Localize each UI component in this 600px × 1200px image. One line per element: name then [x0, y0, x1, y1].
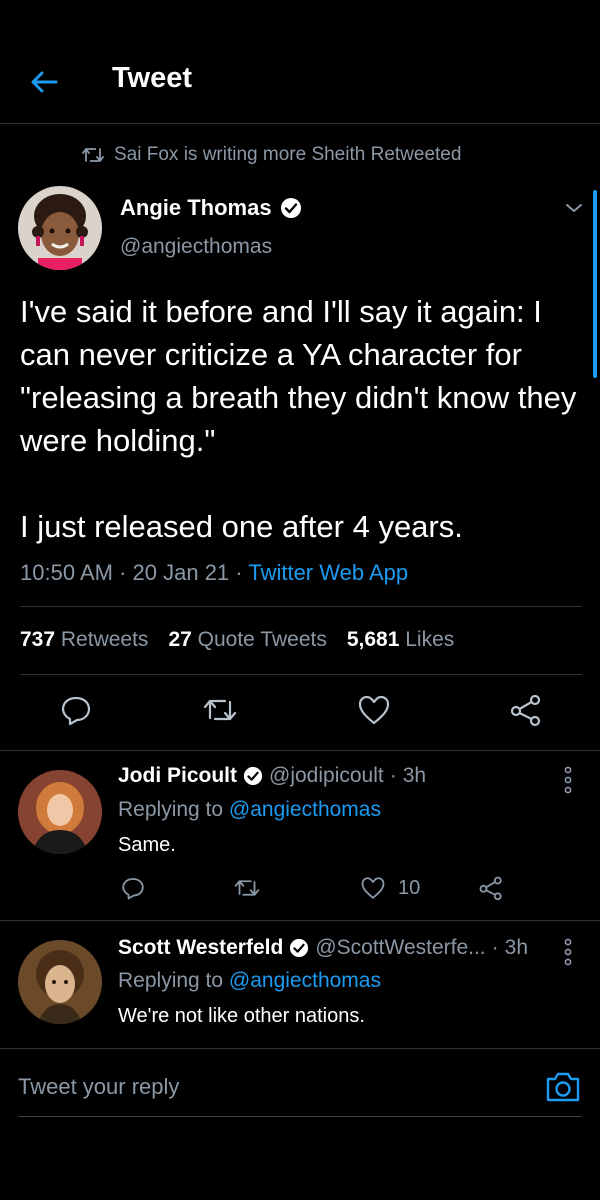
tweet-time: 10:50 AM [20, 560, 113, 585]
reply-like-count: 10 [398, 876, 421, 899]
reply-like-button[interactable]: 10 [358, 873, 420, 903]
author-avatar[interactable] [18, 186, 102, 270]
tweet-text: I've said it before and I'll say it agai… [20, 294, 577, 544]
chevron-down-icon[interactable] [562, 198, 586, 218]
reply-icon[interactable] [56, 690, 96, 730]
reply-author-name[interactable]: Scott Westerfeld [118, 936, 283, 960]
reply-text: Same. [118, 834, 176, 856]
reply-author-handle[interactable]: @jodipicoult [269, 764, 384, 788]
tweet-source-link[interactable]: Twitter Web App [248, 560, 408, 585]
reply-header: Scott Westerfeld @ScottWesterfe... · 3h [118, 936, 528, 960]
reply-avatar[interactable] [18, 940, 102, 1024]
likes-stat[interactable]: 5,681 Likes [347, 628, 454, 652]
quote-tweets-label: Quote Tweets [197, 628, 327, 651]
reply-divider [0, 920, 600, 921]
replying-to-handle[interactable]: @angiecthomas [229, 798, 381, 821]
tweet-stats: 737 Retweets 27 Quote Tweets 5,681 Likes [20, 628, 454, 652]
reply-dot: · [389, 764, 397, 787]
tweet-date: 20 Jan 21 [132, 560, 230, 585]
top-bar: Tweet [0, 0, 600, 124]
reply-share-icon[interactable] [476, 873, 506, 903]
more-options-icon[interactable] [560, 936, 576, 968]
author-name-row[interactable]: Angie Thomas [120, 195, 302, 221]
retweets-count: 737 [20, 628, 56, 651]
reply-age: 3h [402, 764, 427, 787]
meta-divider [20, 606, 582, 607]
author-name[interactable]: Angie Thomas [120, 195, 272, 221]
like-heart-icon[interactable] [354, 690, 394, 730]
reply-retweet-icon[interactable] [232, 873, 262, 903]
replying-to-line: Replying to @angiecthomas [118, 969, 381, 993]
reply-dot: · [491, 936, 499, 959]
verified-badge-icon [280, 198, 301, 218]
scrollbar[interactable] [593, 190, 597, 378]
stats-divider [20, 674, 582, 675]
reply-header: Jodi Picoult @jodipicoult · 3h [118, 764, 426, 788]
retweet-context-text: Sai Fox is writing more Sheith Retweeted [114, 144, 462, 165]
share-icon[interactable] [506, 690, 546, 730]
likes-count: 5,681 [346, 628, 400, 651]
replying-to-handle[interactable]: @angiecthomas [229, 969, 381, 992]
reply-comment-icon[interactable] [118, 873, 148, 903]
tweet-action-bar [0, 690, 600, 734]
reply-input[interactable]: Tweet your reply [18, 1074, 179, 1100]
action-divider [0, 750, 600, 751]
quote-tweets-count: 27 [168, 628, 192, 651]
replying-to-prefix: Replying to [118, 798, 224, 821]
reply-author-handle[interactable]: @ScottWesterfe... [315, 936, 485, 960]
quote-tweets-stat[interactable]: 27 Quote Tweets [168, 628, 326, 652]
header-divider [0, 123, 600, 124]
reply-action-bar: 10 [118, 873, 518, 905]
likes-label: Likes [405, 628, 455, 651]
replying-to-line: Replying to @angiecthomas [118, 798, 381, 822]
retweet-context[interactable]: Sai Fox is writing more Sheith Retweeted [82, 142, 461, 168]
reply-age: 3h [504, 936, 529, 959]
compose-top-divider [0, 1048, 600, 1049]
meta-separator: · [119, 560, 133, 585]
reply-author-name[interactable]: Jodi Picoult [118, 764, 237, 788]
author-handle[interactable]: @angiecthomas [120, 235, 272, 259]
retweet-icon [82, 148, 104, 162]
page-title: Tweet [112, 62, 193, 94]
retweets-label: Retweets [60, 628, 149, 651]
verified-badge-icon [243, 766, 263, 786]
retweet-action-icon[interactable] [200, 690, 240, 730]
heart-icon [361, 877, 385, 899]
reply-text: We're not like other nations. [118, 1005, 365, 1027]
reply-avatar[interactable] [18, 770, 102, 854]
tweet-meta: 10:50 AM · 20 Jan 21 · Twitter Web App [20, 560, 408, 586]
replying-to-prefix: Replying to [118, 969, 224, 992]
retweets-stat[interactable]: 737 Retweets [20, 628, 148, 652]
compose-underline [18, 1116, 582, 1117]
verified-badge-icon [290, 938, 309, 958]
meta-separator: · [235, 560, 249, 585]
more-options-icon[interactable] [560, 764, 576, 796]
camera-icon[interactable] [544, 1070, 582, 1104]
back-arrow-icon[interactable] [26, 64, 62, 100]
